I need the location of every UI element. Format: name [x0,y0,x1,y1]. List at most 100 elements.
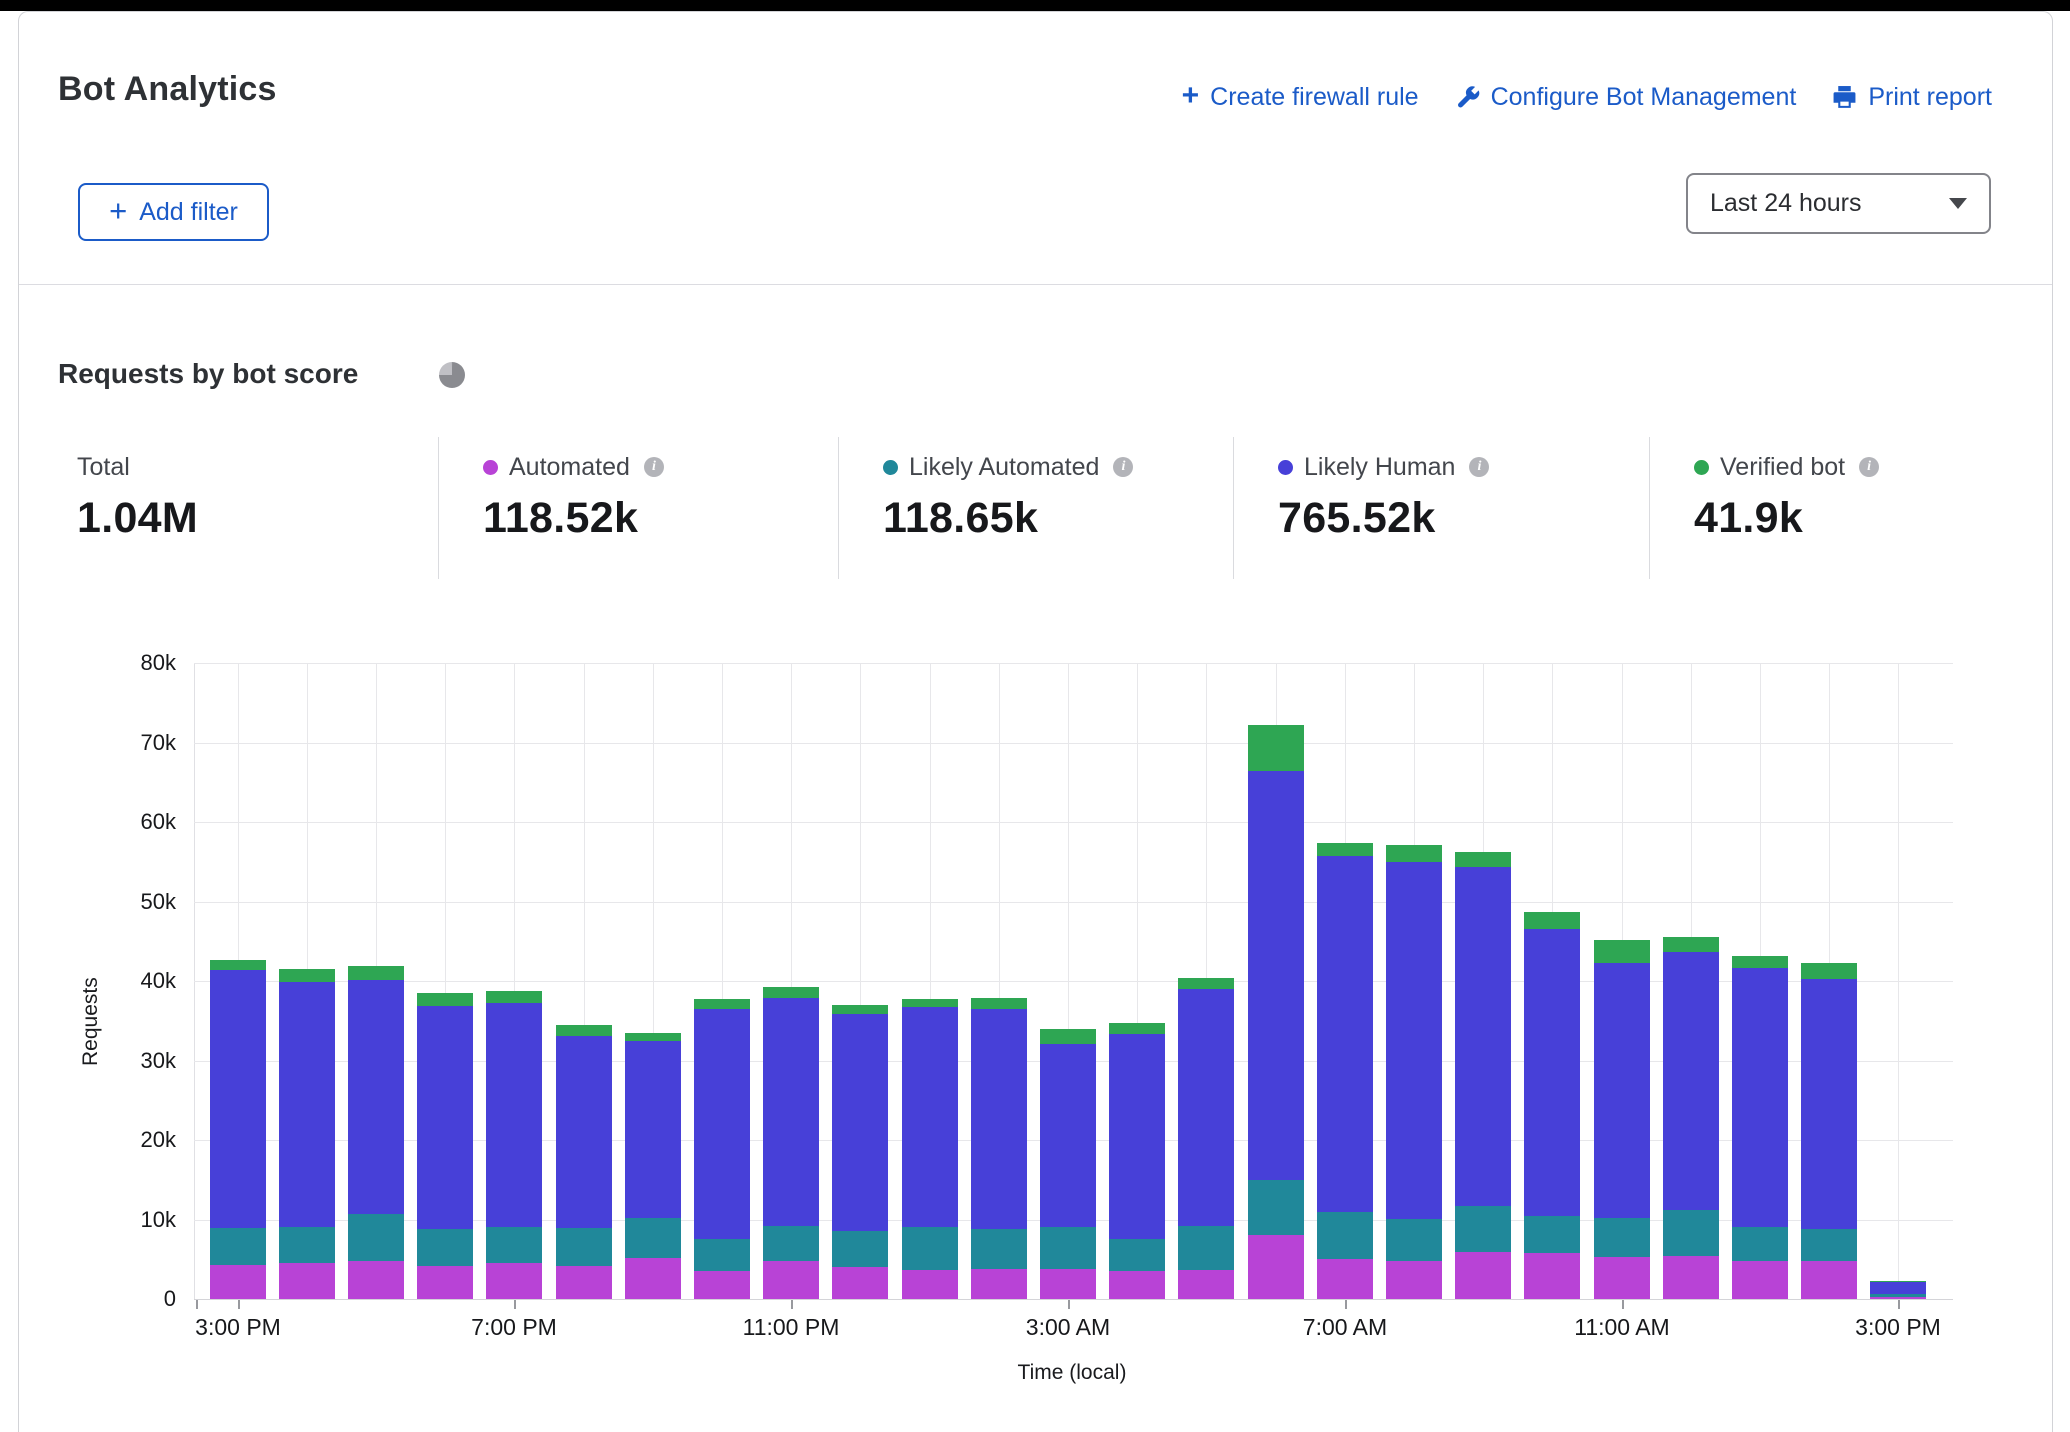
segment-automated [1386,1261,1442,1299]
segment-likely-automated [971,1229,1027,1269]
bar-6-00-pm[interactable] [417,663,473,1299]
x-tick-label: 3:00 PM [158,1314,318,1341]
segment-likely-human [1455,867,1511,1206]
segment-likely-automated [1455,1206,1511,1252]
bar-2-00-pm[interactable] [1801,663,1857,1299]
segment-automated [1248,1235,1304,1299]
segment-automated [417,1266,473,1299]
segment-likely-human [1386,862,1442,1219]
segment-automated [1109,1271,1165,1299]
segment-verified-bot [694,999,750,1009]
segment-automated [625,1258,681,1299]
segment-automated [210,1265,266,1299]
bar-11-00-pm[interactable] [763,663,819,1299]
bar-7-00-am[interactable] [1317,663,1373,1299]
segment-likely-human [1732,968,1788,1227]
segment-likely-human [556,1036,612,1228]
bar-8-00-am[interactable] [1386,663,1442,1299]
x-tick-label: 11:00 PM [711,1314,871,1341]
segment-automated [1801,1261,1857,1299]
segment-verified-bot [210,960,266,970]
segment-automated [348,1261,404,1299]
segment-likely-human [1248,771,1304,1180]
segment-likely-automated [486,1227,542,1264]
y-tick-label: 10k [76,1207,176,1233]
bar-7-00-pm[interactable] [486,663,542,1299]
bar-6-00-am[interactable] [1248,663,1304,1299]
segment-automated [1524,1253,1580,1299]
segment-verified-bot [1524,912,1580,929]
bar-9-00-am[interactable] [1455,663,1511,1299]
segment-automated [1594,1257,1650,1299]
x-axis-tick [1068,1300,1070,1309]
segment-likely-human [1109,1034,1165,1239]
segment-likely-human [1801,979,1857,1229]
bar-11-00-am[interactable] [1594,663,1650,1299]
segment-verified-bot [971,998,1027,1009]
bar-2-00-am[interactable] [971,663,1027,1299]
segment-automated [1663,1256,1719,1299]
x-axis-origin-tick [196,1300,198,1309]
segment-verified-bot [486,991,542,1004]
segment-automated [1040,1269,1096,1299]
bar-3-00-am[interactable] [1040,663,1096,1299]
segment-likely-human [694,1009,750,1239]
segment-likely-human [417,1006,473,1229]
segment-likely-human [1040,1044,1096,1228]
segment-likely-automated [1663,1210,1719,1256]
bar-4-00-am[interactable] [1109,663,1165,1299]
y-tick-label: 50k [76,889,176,915]
x-axis-tick [1345,1300,1347,1309]
segment-likely-automated [1732,1227,1788,1261]
segment-likely-automated [1870,1294,1926,1296]
x-tick-label: 3:00 AM [988,1314,1148,1341]
bar-5-00-pm[interactable] [348,663,404,1299]
segment-automated [1870,1297,1926,1299]
segment-likely-automated [1178,1226,1234,1270]
bot-analytics-card: Bot Analytics + Create firewall rule Con… [18,11,2053,1432]
segment-verified-bot [1594,940,1650,963]
bar-12-00-am[interactable] [832,663,888,1299]
segment-verified-bot [1455,852,1511,867]
requests-by-bot-score-chart: Requests Time (local) 010k20k30k40k50k60… [19,12,2052,1432]
segment-verified-bot [1178,978,1234,989]
segment-automated [694,1271,750,1299]
segment-likely-human [486,1003,542,1226]
bar-9-00-pm[interactable] [625,663,681,1299]
x-axis-tick [238,1300,240,1309]
bar-3-00-pm[interactable] [210,663,266,1299]
segment-likely-automated [902,1227,958,1270]
bar-12-00-pm[interactable] [1663,663,1719,1299]
bar-10-00-pm[interactable] [694,663,750,1299]
segment-likely-human [1870,1282,1926,1295]
bar-4-00-pm[interactable] [279,663,335,1299]
segment-likely-automated [1109,1239,1165,1271]
bar-5-00-am[interactable] [1178,663,1234,1299]
y-tick-label: 70k [76,730,176,756]
segment-verified-bot [348,966,404,980]
x-axis-title: Time (local) [922,1361,1222,1385]
segment-likely-automated [279,1227,335,1263]
segment-automated [556,1266,612,1299]
segment-likely-automated [1040,1227,1096,1268]
bar-10-00-am[interactable] [1524,663,1580,1299]
segment-likely-human [1178,989,1234,1226]
y-tick-label: 40k [76,968,176,994]
segment-likely-human [348,980,404,1214]
segment-automated [902,1270,958,1299]
segment-likely-human [763,998,819,1226]
segment-likely-automated [417,1229,473,1266]
bar-1-00-am[interactable] [902,663,958,1299]
x-tick-label: 7:00 PM [434,1314,594,1341]
x-tick-label: 3:00 PM [1818,1314,1978,1341]
y-tick-label: 30k [76,1048,176,1074]
segment-verified-bot [1040,1029,1096,1044]
segment-likely-automated [1594,1218,1650,1257]
segment-automated [1455,1252,1511,1299]
segment-likely-automated [556,1228,612,1266]
segment-likely-automated [1248,1180,1304,1236]
bar-3-00-pm[interactable] [1870,663,1926,1299]
segment-verified-bot [1732,956,1788,968]
bar-8-00-pm[interactable] [556,663,612,1299]
bar-1-00-pm[interactable] [1732,663,1788,1299]
